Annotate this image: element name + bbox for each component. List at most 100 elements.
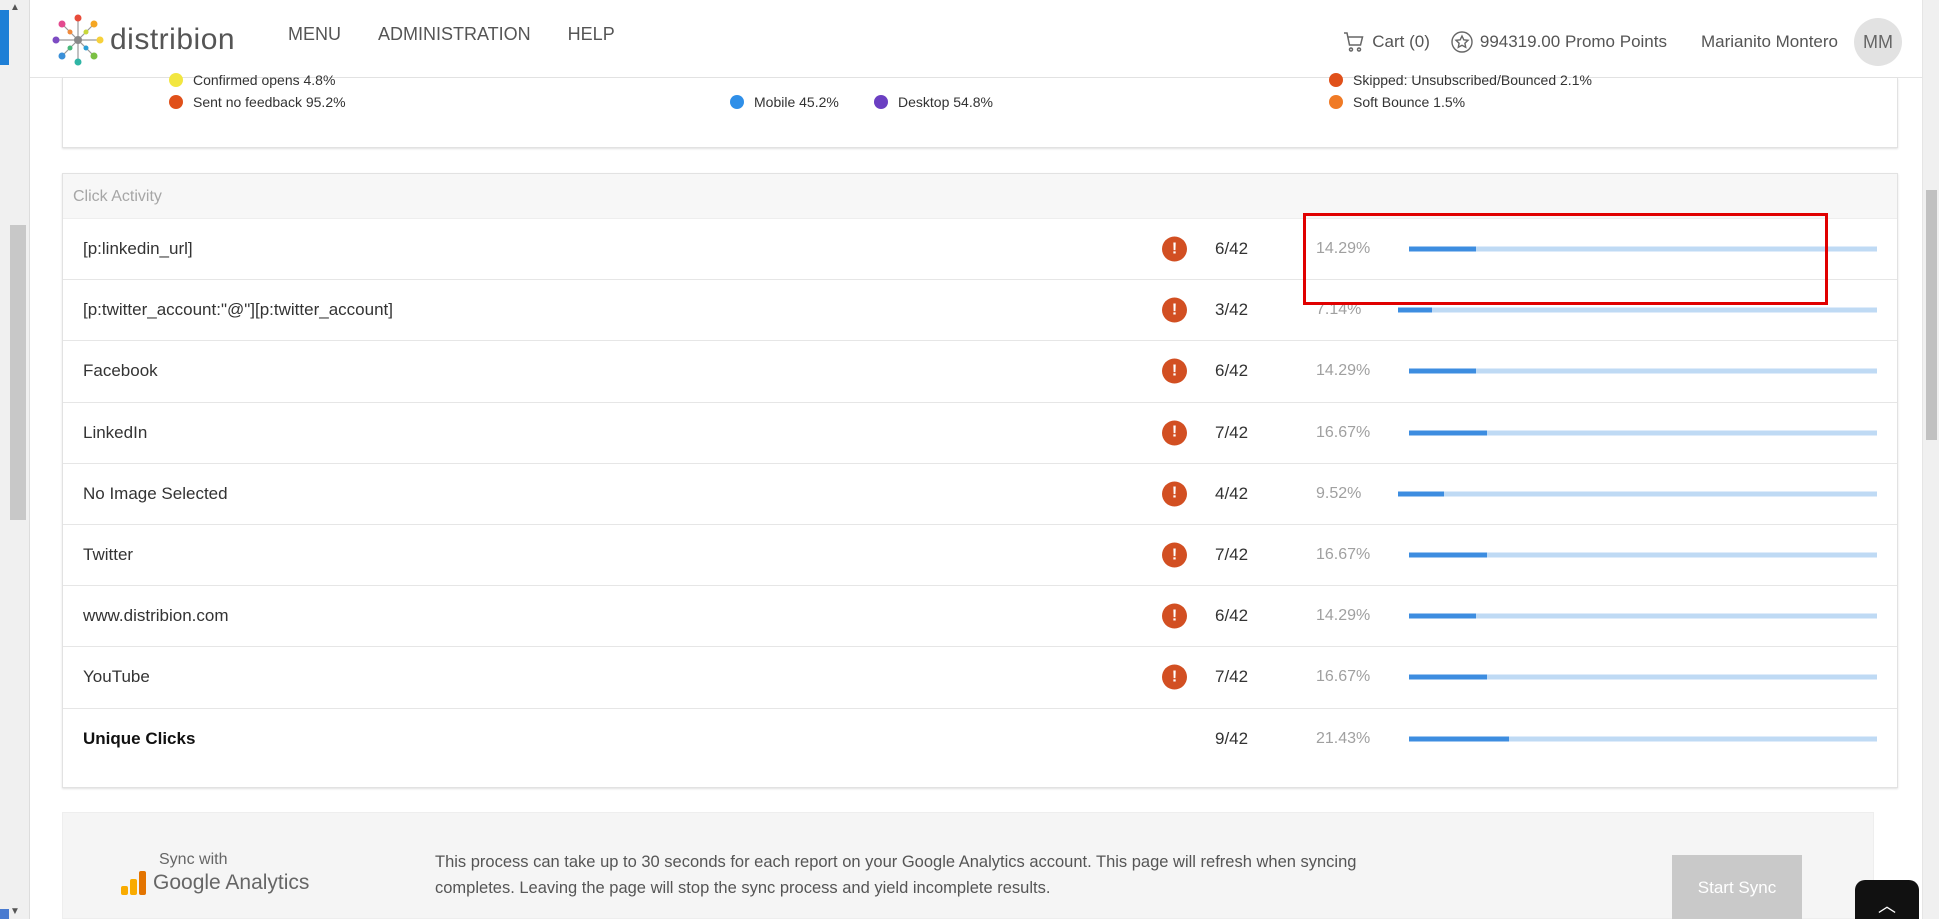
warning-icon[interactable]: !	[1162, 542, 1187, 568]
distribion-logo[interactable]: distribion	[50, 12, 235, 68]
table-row[interactable]: Facebook! 6/42 14.29%	[63, 341, 1897, 403]
progress-bar	[1409, 736, 1877, 742]
progress-bar	[1398, 307, 1877, 313]
scroll-up-arrow-icon[interactable]: ▲	[10, 2, 20, 13]
table-row[interactable]: YouTube! 7/42 16.67%	[63, 647, 1897, 709]
link-label: www.distribion.com	[83, 606, 229, 626]
logo-text: distribion	[110, 23, 236, 56]
click-percentage: 16.67%	[1316, 668, 1371, 686]
header-right: Cart (0) 994319.00 Promo Points Marianit…	[1342, 18, 1902, 66]
link-label: LinkedIn	[83, 422, 148, 442]
progress-bar	[1409, 613, 1877, 619]
scroll-down-arrow-icon[interactable]: ▼	[10, 906, 20, 917]
legend-dot-icon	[874, 95, 888, 109]
cart-label: Cart (0)	[1372, 32, 1430, 51]
legend-label: Sent no feedback 95.2%	[193, 94, 346, 110]
table-row[interactable]: Unique Clicks 9/42 21.43%	[63, 709, 1897, 770]
nav-menu[interactable]: MENU	[288, 24, 341, 45]
legend-dot-icon	[730, 95, 744, 109]
click-percentage: 16.67%	[1316, 546, 1371, 564]
sync-card: Sync with Google Analytics This process …	[62, 812, 1874, 919]
link-label: No Image Selected	[83, 483, 228, 503]
progress-bar-fill	[1398, 491, 1444, 497]
outer-scrollbar[interactable]: ▲ ▼	[0, 0, 30, 919]
nav-help[interactable]: HELP	[568, 24, 615, 45]
table-row[interactable]: Twitter! 7/42 16.67%	[63, 525, 1897, 587]
click-count: 6/42	[1215, 239, 1249, 259]
chevron-up-icon: ︿	[1878, 896, 1896, 916]
warning-icon[interactable]: !	[1162, 481, 1187, 507]
window-corner	[0, 909, 9, 919]
warning-icon[interactable]: !	[1162, 420, 1187, 446]
legend-label: Desktop 54.8%	[898, 94, 993, 110]
window-edge	[0, 10, 9, 65]
progress-bar-fill	[1409, 674, 1487, 680]
click-count: 3/42	[1215, 300, 1249, 320]
legend-desktop: Desktop 54.8%	[874, 94, 993, 110]
progress-bar	[1409, 368, 1877, 374]
highlight-box	[1303, 213, 1828, 305]
table-row[interactable]: LinkedIn! 7/42 16.67%	[63, 403, 1897, 464]
legend-skipped: Skipped: Unsubscribed/Bounced 2.1%	[1329, 72, 1592, 88]
click-count: 7/42	[1215, 545, 1249, 565]
legend-dot-icon	[169, 95, 183, 109]
google-analytics-icon	[121, 871, 146, 895]
google-analytics-name: Google Analytics	[153, 871, 310, 894]
legend-mobile: Mobile 45.2%	[730, 94, 839, 110]
nav-administration[interactable]: ADMINISTRATION	[378, 24, 531, 45]
progress-bar	[1409, 674, 1877, 680]
warning-icon[interactable]: !	[1162, 358, 1187, 384]
progress-bar-fill	[1398, 307, 1433, 313]
warning-icon[interactable]: !	[1162, 236, 1187, 262]
warning-icon[interactable]: !	[1162, 664, 1187, 690]
legend-dot-icon	[1329, 73, 1343, 87]
avatar[interactable]: MM	[1854, 18, 1902, 66]
click-count: 9/42	[1215, 729, 1249, 749]
legend-label: Mobile 45.2%	[754, 94, 839, 110]
user-name[interactable]: Marianito Montero	[1701, 32, 1838, 52]
link-label: Twitter	[83, 545, 134, 565]
click-count: 7/42	[1215, 422, 1249, 442]
progress-bar-fill	[1409, 430, 1487, 436]
google-analytics-logo: Sync with Google Analytics	[121, 851, 309, 895]
outer-scroll-thumb[interactable]	[10, 225, 26, 520]
legend-label: Skipped: Unsubscribed/Bounced 2.1%	[1353, 72, 1592, 88]
sync-with-label: Sync with	[159, 851, 228, 868]
page-scrollbar[interactable]	[1922, 0, 1939, 919]
start-sync-button[interactable]: Start Sync	[1672, 855, 1802, 919]
scroll-to-top-button[interactable]: ︿	[1855, 880, 1919, 919]
main-nav: MENU ADMINISTRATION HELP	[288, 24, 615, 45]
click-count: 6/42	[1215, 361, 1249, 381]
warning-icon[interactable]: !	[1162, 297, 1187, 323]
legend-soft-bounce: Soft Bounce 1.5%	[1329, 94, 1465, 110]
progress-bar-fill	[1409, 613, 1476, 619]
click-count: 4/42	[1215, 483, 1249, 503]
progress-bar	[1409, 552, 1877, 558]
promo-label: 994319.00 Promo Points	[1479, 32, 1667, 51]
link-label: [p:twitter_account:"@"][p:twitter_accoun…	[83, 300, 393, 320]
progress-bar	[1409, 430, 1877, 436]
click-count: 6/42	[1215, 606, 1249, 626]
legend-sent-no-feedback: Sent no feedback 95.2%	[169, 94, 346, 110]
link-label: Unique Clicks	[83, 729, 196, 749]
table-row[interactable]: www.distribion.com! 6/42 14.29%	[63, 586, 1897, 648]
click-percentage: 14.29%	[1316, 607, 1371, 625]
sync-message: This process can take up to 30 seconds f…	[435, 853, 1357, 897]
legend-label: Confirmed opens 4.8%	[193, 72, 336, 88]
legend-dot-icon	[169, 73, 183, 87]
logo-mark-icon	[52, 14, 104, 66]
cart-link[interactable]: Cart (0)	[1342, 30, 1430, 54]
click-percentage: 16.67%	[1316, 423, 1371, 441]
click-percentage: 14.29%	[1316, 362, 1371, 380]
table-row[interactable]: No Image Selected! 4/42 9.52%	[63, 464, 1897, 525]
link-label: Facebook	[83, 361, 158, 381]
legend-label: Soft Bounce 1.5%	[1353, 94, 1466, 110]
page-scroll-thumb[interactable]	[1926, 190, 1937, 440]
promo-points[interactable]: 994319.00 Promo Points	[1450, 30, 1667, 54]
progress-bar	[1398, 491, 1877, 497]
link-label: YouTube	[83, 667, 150, 687]
top-header: distribion MENU ADMINISTRATION HELP Cart…	[30, 0, 1922, 78]
warning-icon[interactable]: !	[1162, 603, 1187, 629]
progress-bar-fill	[1409, 368, 1476, 374]
star-badge-icon	[1451, 31, 1473, 53]
